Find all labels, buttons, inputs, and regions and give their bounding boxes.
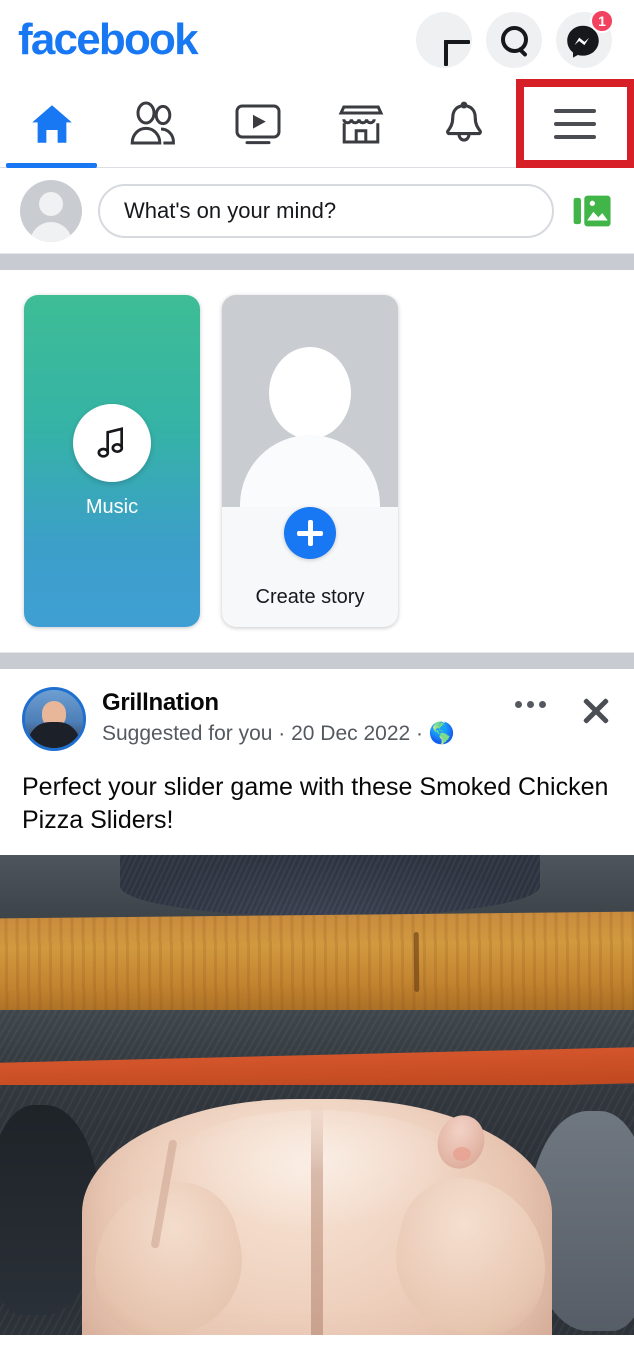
story-card-create[interactable]: Create story [222,295,398,627]
avatar-head-shape [269,347,351,439]
facebook-logo[interactable]: facebook [18,18,199,62]
post-subtitle: Suggested for you · 20 Dec 2022 · 🌎 [102,722,456,745]
music-note-icon [73,403,151,482]
bell-icon [446,101,483,142]
post-author-name[interactable]: Grillnation [102,689,499,717]
tab-marketplace[interactable] [310,80,413,167]
video-play-icon [235,104,281,144]
section-divider [0,253,634,270]
post-header: Grillnation Suggested for you · 20 Dec 2… [0,669,634,759]
top-bar-actions: 1 [416,9,614,68]
friends-icon [130,101,175,144]
active-tab-indicator [6,163,98,168]
store-icon [338,105,384,143]
post-more-options-icon[interactable] [515,695,546,714]
close-icon[interactable] [580,695,612,727]
tab-home[interactable] [0,80,103,168]
tab-watch[interactable] [206,80,309,167]
create-button[interactable] [416,12,472,68]
tab-notifications[interactable] [413,80,516,167]
top-bar: facebook 1 [0,0,634,80]
photo-gallery-icon[interactable] [570,190,614,232]
post-author-avatar[interactable] [22,687,86,751]
post-media-image[interactable] [0,855,634,1335]
story-label: Create story [255,586,365,608]
post-header-actions [515,687,612,727]
tab-friends[interactable] [103,80,206,167]
home-icon [31,104,72,143]
tab-menu[interactable] [515,79,634,168]
feed-post: Grillnation Suggested for you · 20 Dec 2… [0,669,634,1335]
post-meta: Grillnation Suggested for you · 20 Dec 2… [102,687,499,746]
story-card-music[interactable]: Music [24,295,200,627]
hamburger-menu-icon [554,108,597,139]
create-story-plus-icon[interactable] [284,507,336,559]
search-icon [499,25,529,55]
stories-row: Music Create story [0,270,634,652]
section-divider [0,652,634,669]
messenger-button[interactable]: 1 [556,9,614,68]
post-composer: What's on your mind? [0,168,634,253]
post-text: Perfect your slider game with these Smok… [22,773,609,834]
search-button[interactable] [486,12,542,68]
story-label: Music [85,495,139,518]
messenger-badge: 1 [590,9,614,33]
status-input[interactable]: What's on your mind? [98,183,554,238]
avatar[interactable] [20,179,82,242]
navigation-tabs [0,79,634,168]
facebook-mobile-app: facebook 1 What's on your mind? Music Cr… [0,0,634,1353]
